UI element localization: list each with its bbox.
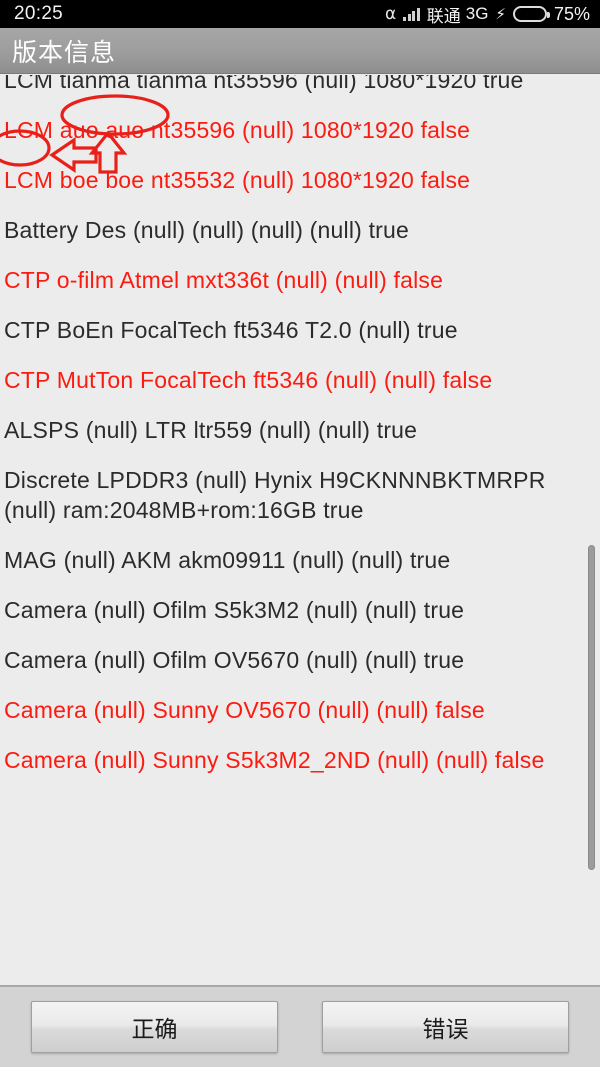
table-row[interactable]: Discrete LPDDR3 (null) Hynix H9CKNNNBKTM… — [0, 455, 600, 535]
status-bar-icons: ⍺ 联通 3G ⚡ 75% — [385, 2, 590, 27]
table-row[interactable]: CTP MutTon FocalTech ft5346 (null) (null… — [0, 355, 600, 405]
table-row[interactable]: CTP o-film Atmel mxt336t (null) (null) f… — [0, 255, 600, 305]
table-row[interactable]: LCM tianma tianma nt35596 (null) 1080*19… — [0, 75, 600, 105]
signal-bars-icon — [403, 7, 420, 21]
table-row[interactable]: ALSPS (null) LTR ltr559 (null) (null) tr… — [0, 405, 600, 455]
table-row[interactable]: Camera (null) Sunny OV5670 (null) (null)… — [0, 685, 600, 735]
scrollbar-thumb[interactable] — [588, 545, 595, 870]
footer-button-bar: 正确 错误 — [0, 985, 600, 1067]
battery-percent-label: 75% — [553, 3, 590, 24]
table-row[interactable]: CTP BoEn FocalTech ft5346 T2.0 (null) tr… — [0, 305, 600, 355]
carrier-label: 联通 — [426, 6, 461, 26]
table-row[interactable]: Camera (null) Ofilm S5k3M2 (null) (null)… — [0, 585, 600, 635]
page-title: 版本信息 — [12, 38, 117, 67]
table-row[interactable]: LCM auo auo nt35596 (null) 1080*1920 fal… — [0, 105, 600, 155]
title-bar: 版本信息 — [0, 28, 600, 74]
status-bar: 20:25 ⍺ 联通 3G ⚡ 75% — [0, 0, 600, 28]
error-button[interactable]: 错误 — [322, 1001, 569, 1053]
table-row[interactable]: Camera (null) Sunny S5k3M2_2ND (null) (n… — [0, 735, 600, 785]
correct-button[interactable]: 正确 — [31, 1001, 278, 1053]
lightning-bolt-icon: ⚡ — [495, 5, 506, 23]
table-row[interactable]: Battery Des (null) (null) (null) (null) … — [0, 205, 600, 255]
status-clock: 20:25 — [14, 3, 64, 24]
table-row[interactable]: Camera (null) Ofilm OV5670 (null) (null)… — [0, 635, 600, 685]
table-row[interactable]: LCM boe boe nt35532 (null) 1080*1920 fal… — [0, 155, 600, 205]
network-type-label: 3G — [465, 4, 489, 23]
list-container: LCM tianma tianma nt35596 (null) 1080*19… — [0, 75, 600, 785]
version-info-list[interactable]: LCM tianma tianma nt35596 (null) 1080*19… — [0, 75, 600, 985]
scrollbar-track[interactable] — [588, 75, 595, 985]
battery-icon — [512, 6, 550, 22]
phone-screen: 20:25 ⍺ 联通 3G ⚡ 75% 版本信息 LCM tianma tian… — [0, 0, 600, 1067]
bluetooth-icon: ⍺ — [385, 3, 397, 23]
table-row[interactable]: MAG (null) AKM akm09911 (null) (null) tr… — [0, 535, 600, 585]
